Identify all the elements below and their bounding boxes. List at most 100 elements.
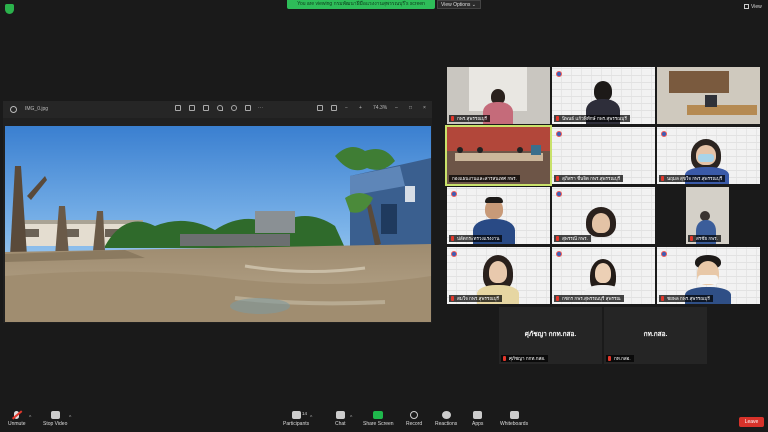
meeting-toolbar: Unmute ^ Stop Video ^ Participants 14 ^ … bbox=[0, 408, 768, 432]
more-icon[interactable]: ··· bbox=[258, 105, 263, 111]
search-icon[interactable] bbox=[10, 106, 17, 113]
reactions-icon bbox=[441, 411, 451, 419]
security-shield-icon[interactable] bbox=[5, 4, 14, 14]
stop-video-button[interactable]: Stop Video bbox=[43, 411, 67, 427]
participant-name: กองแผนงานและสารสนเทศ กพร. bbox=[449, 175, 520, 182]
participant-head bbox=[517, 147, 523, 153]
microphone-muted-icon bbox=[14, 411, 20, 419]
participant-display-name: กท.กสอ. bbox=[643, 331, 668, 338]
video-tile[interactable] bbox=[657, 67, 760, 124]
minimize-icon[interactable]: – bbox=[395, 105, 398, 111]
whiteboard-icon bbox=[509, 411, 519, 419]
apps-button[interactable]: Apps bbox=[472, 411, 483, 427]
chat-chevron-icon[interactable]: ^ bbox=[350, 415, 352, 421]
participant-name: สุพรรณี กพร. bbox=[554, 235, 591, 242]
participant-name: กชกร กพร.สุพรรณบุรี สุพรรณ bbox=[554, 295, 624, 302]
chat-button[interactable]: Chat bbox=[335, 411, 346, 427]
view-options-button[interactable]: View Options ⌄ bbox=[437, 0, 481, 9]
muted-mic-icon bbox=[556, 296, 559, 301]
edit-icon[interactable] bbox=[175, 105, 181, 111]
record-button[interactable]: Record bbox=[406, 411, 422, 427]
participant-face bbox=[592, 213, 610, 233]
participant-face bbox=[489, 261, 507, 283]
share-screen-button[interactable]: Share Screen bbox=[363, 411, 394, 427]
video-tile[interactable]: กชกร กพร.สุพรรณบุรี สุพรรณ bbox=[552, 247, 655, 304]
logo-icon bbox=[661, 131, 667, 137]
participant-head bbox=[477, 147, 483, 153]
video-tile[interactable]: กพร.สุพรรณบุรี bbox=[447, 67, 550, 124]
unmute-button[interactable]: Unmute bbox=[8, 411, 26, 427]
participant-name: นิพนธ์ แก้วพิทักษ์ กพร.สุพรรณบุรี bbox=[554, 115, 630, 122]
crop-icon[interactable] bbox=[331, 105, 337, 111]
audio-options-chevron-icon[interactable]: ^ bbox=[29, 415, 31, 421]
video-tile[interactable]: นฤมล สุขใจ กพร.สุพรรณบุรี bbox=[657, 127, 760, 184]
face-mask bbox=[698, 275, 718, 284]
delete-icon[interactable] bbox=[245, 105, 251, 111]
logo-icon bbox=[556, 191, 562, 197]
participant-name: สมใจ กพร.สุพรรณบุรี bbox=[449, 295, 503, 302]
record-icon bbox=[410, 411, 419, 419]
camera-icon bbox=[50, 411, 60, 419]
logo-icon bbox=[556, 71, 562, 77]
muted-mic-icon bbox=[690, 236, 693, 241]
view-button[interactable]: View bbox=[744, 4, 762, 10]
participant-name: ปลัดกระทรวงแรงงาน bbox=[449, 235, 503, 242]
expand-icon[interactable] bbox=[317, 105, 323, 111]
video-tile[interactable]: นิพนธ์ แก้วพิทักษ์ กพร.สุพรรณบุรี bbox=[552, 67, 655, 124]
maximize-icon[interactable]: □ bbox=[409, 105, 412, 111]
video-options-chevron-icon[interactable]: ^ bbox=[69, 415, 71, 421]
muted-mic-icon bbox=[556, 116, 559, 121]
muted-mic-icon bbox=[556, 236, 559, 241]
participant-name: นฤมล สุขใจ กพร.สุพรรณบุรี bbox=[659, 175, 726, 182]
chair bbox=[705, 95, 717, 107]
image-filename: IMG_0.jpg bbox=[25, 106, 49, 112]
participant-name: สรชัย กพร. bbox=[688, 235, 721, 242]
muted-mic-icon bbox=[503, 356, 506, 361]
logo-icon bbox=[556, 251, 562, 257]
video-off-tile[interactable]: กท.กสอ. กท.กสอ. bbox=[604, 307, 707, 364]
video-tile[interactable]: สุพรรณี กพร. bbox=[552, 187, 655, 244]
muted-mic-icon bbox=[608, 356, 611, 361]
video-off-tile[interactable]: ศุภัชญา กกท.กสอ. ศุภัชญา กกท.กสอ. bbox=[499, 307, 602, 364]
participant-name: ศุภัชญา กกท.กสอ. bbox=[501, 355, 549, 362]
muted-mic-icon bbox=[451, 236, 454, 241]
zoom-in-icon[interactable]: + bbox=[359, 105, 362, 111]
shared-screen: IMG_0.jpg ··· − + 74.3% – □ × bbox=[3, 101, 432, 323]
muted-mic-icon bbox=[451, 296, 454, 301]
muted-mic-icon bbox=[451, 116, 454, 121]
participant-face bbox=[595, 263, 611, 283]
participant-name: ชยพล กพร.สุพรรณบุรี bbox=[659, 295, 713, 302]
construction-site-photo bbox=[5, 126, 431, 322]
whiteboards-button[interactable]: Whiteboards bbox=[500, 411, 528, 427]
info-icon[interactable] bbox=[231, 105, 237, 111]
participant-display-name: ศุภัชญา กกท.กสอ. bbox=[524, 331, 577, 338]
video-tile[interactable]: ชยพล กพร.สุพรรณบุรี bbox=[657, 247, 760, 304]
video-tile[interactable]: สมใจ กพร.สุพรรณบุรี bbox=[447, 247, 550, 304]
screen-share-banner: You are viewing กรมพัฒนาฝีมือแรงงานสุพรร… bbox=[287, 0, 435, 9]
desk bbox=[687, 105, 757, 115]
reactions-button[interactable]: Reactions bbox=[435, 411, 457, 427]
participants-icon bbox=[291, 411, 301, 419]
logo-icon bbox=[451, 251, 457, 257]
screen bbox=[531, 145, 541, 155]
video-tile[interactable]: สรชัย กพร. bbox=[686, 187, 729, 244]
video-tile[interactable]: ปลัดกระทรวงแรงงาน bbox=[447, 187, 550, 244]
rotate-left-icon[interactable] bbox=[189, 105, 195, 111]
participants-chevron-icon[interactable]: ^ bbox=[310, 415, 312, 421]
muted-mic-icon bbox=[661, 296, 664, 301]
share-screen-icon bbox=[373, 411, 384, 419]
video-tile[interactable]: สุภิสรา ชื่นจิต กพร.สุพรรณบุรี bbox=[552, 127, 655, 184]
apps-icon bbox=[473, 411, 483, 419]
close-icon[interactable]: × bbox=[423, 105, 426, 111]
heart-icon[interactable] bbox=[217, 105, 223, 111]
leave-button[interactable]: Leave bbox=[739, 417, 764, 427]
participants-count: 14 bbox=[302, 411, 308, 416]
participant-name: กท.กสอ. bbox=[606, 355, 634, 362]
video-tile-active-speaker[interactable]: กองแผนงานและสารสนเทศ กพร. bbox=[445, 125, 552, 186]
rotate-right-icon[interactable] bbox=[203, 105, 209, 111]
participant-name: สุภิสรา ชื่นจิต กพร.สุพรรณบุรี bbox=[554, 175, 624, 182]
muted-mic-icon bbox=[661, 176, 664, 181]
cabinet bbox=[669, 71, 729, 93]
zoom-out-icon[interactable]: − bbox=[345, 105, 348, 111]
participant-name: กพร.สุพรรณบุรี bbox=[449, 115, 490, 122]
